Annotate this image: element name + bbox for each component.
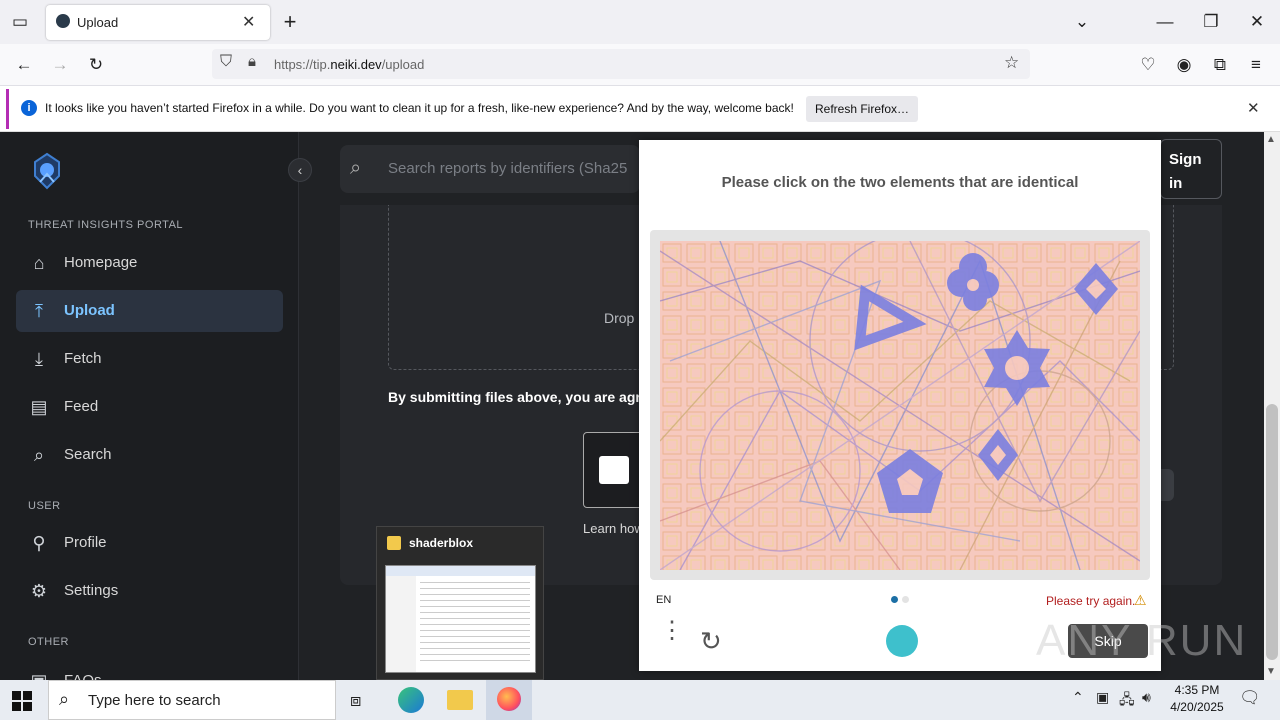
page-dot	[902, 596, 909, 603]
upload-icon: ⤒	[35, 301, 43, 321]
sidebar-item-fetch[interactable]: ⤓ Fetch	[16, 338, 283, 380]
captcha-image[interactable]	[660, 241, 1140, 570]
shield-icon[interactable]: ⛉	[220, 53, 232, 71]
search-icon: ⌕	[59, 689, 70, 709]
gear-icon: ⚙	[30, 581, 48, 601]
fetch-icon: ⤓	[35, 349, 43, 369]
sidebar-item-search[interactable]: ⌕ Search	[16, 434, 283, 476]
watermark: ANY RUN	[1036, 616, 1248, 665]
hcaptcha-logo-icon	[886, 625, 918, 657]
video-thumbnail[interactable]	[583, 432, 643, 508]
notifications-icon[interactable]: 🗨︎	[1239, 688, 1261, 708]
edge-icon[interactable]	[398, 687, 424, 713]
refresh-firefox-button[interactable]: Refresh Firefox…	[806, 96, 918, 122]
network-icon[interactable]: 🖧︎	[1119, 689, 1135, 713]
sidebar-item-label: Search	[64, 446, 112, 463]
pocket-icon[interactable]: ♡	[1133, 50, 1163, 80]
sidebar-item-label: Settings	[64, 582, 119, 599]
captcha-error-text: Please try again.	[1046, 594, 1136, 608]
window-preview	[385, 565, 536, 673]
volume-icon[interactable]: 🔊︎	[1142, 689, 1151, 706]
tray-device-icon[interactable]: ▣	[1096, 689, 1109, 706]
sidebar-item-homepage[interactable]: ⌂ Homepage	[16, 242, 283, 284]
taskbar-search-placeholder: Type here to search	[88, 692, 221, 709]
sidebar-item-label: Feed	[64, 398, 99, 415]
refresh-challenge-icon[interactable]: ↻	[700, 626, 722, 657]
tab-list-icon[interactable]: ▭	[5, 7, 35, 37]
scrollbar-thumb[interactable]	[1266, 404, 1278, 660]
profile-icon: ⚲	[32, 533, 46, 553]
taskbar-search-box[interactable]: ⌕ Type here to search	[48, 680, 336, 720]
bookmark-star-icon[interactable]: ☆	[1004, 53, 1019, 73]
reload-icon[interactable]: ↻	[81, 50, 111, 80]
lock-icon[interactable]: 🔒︎	[248, 53, 256, 70]
sidebar-item-label: Upload	[64, 302, 115, 319]
other-section-label: OTHER	[28, 636, 69, 648]
sidebar-item-label: Profile	[64, 534, 107, 551]
firefox-icon[interactable]	[497, 687, 521, 711]
search-icon: ⌕	[350, 157, 362, 179]
scroll-up-icon[interactable]: ▲	[1266, 134, 1276, 145]
chevron-down-icon[interactable]: ⌄	[1067, 7, 1097, 37]
language-selector[interactable]: EN	[656, 594, 671, 606]
taskbar-thumbnail-popup[interactable]: shaderblox	[376, 526, 544, 680]
windows-start-icon[interactable]	[12, 691, 32, 711]
back-icon[interactable]: ←	[9, 50, 39, 80]
tab-title: Upload	[77, 15, 119, 30]
sign-in-label-2: in	[1169, 175, 1183, 192]
collapse-sidebar-icon[interactable]: ‹	[288, 158, 312, 182]
report-search-box[interactable]: ⌕ Search reports by identifiers (Sha25	[340, 145, 640, 193]
sidebar-item-faqs[interactable]: ▣ FAQs	[16, 660, 283, 680]
account-icon[interactable]: ◉	[1169, 50, 1199, 80]
clock-time[interactable]: 4:35 PM	[1168, 683, 1226, 697]
search-placeholder: Search reports by identifiers (Sha25	[388, 160, 628, 177]
captcha-prompt: Please click on the two elements that ar…	[721, 174, 1079, 191]
url-bar[interactable]: ⛉ 🔒︎ https://tip.neiki.dev/upload ☆	[212, 49, 1030, 79]
sign-in-label: Sign	[1169, 151, 1202, 168]
search-icon: ⌕	[33, 445, 45, 465]
clock-date[interactable]: 4/20/2025	[1164, 700, 1230, 714]
tab-upload[interactable]: Upload ✕	[46, 5, 270, 40]
popup-title: shaderblox	[409, 536, 474, 550]
sidebar-item-upload[interactable]: ⤒ Upload	[16, 290, 283, 332]
close-tab-icon[interactable]: ✕	[242, 12, 255, 32]
extensions-icon[interactable]: ⧉	[1205, 50, 1235, 80]
video-icon	[599, 456, 629, 484]
home-icon: ⌂	[33, 253, 45, 273]
faq-icon: ▣	[28, 670, 50, 680]
page-dot-active	[891, 596, 898, 603]
drop-text: Drop	[604, 310, 635, 326]
sidebar-item-feed[interactable]: ▤ Feed	[16, 386, 283, 428]
portal-section-label: THREAT INSIGHTS PORTAL	[28, 219, 184, 231]
restore-icon[interactable]: ❐	[1196, 7, 1226, 37]
new-tab-icon[interactable]: +	[275, 7, 305, 37]
sign-in-button[interactable]: Sign in	[1160, 139, 1222, 199]
task-view-icon[interactable]: ⧈	[350, 690, 361, 711]
info-icon: i	[21, 100, 37, 116]
tray-chevron-icon[interactable]: ⌃	[1072, 689, 1084, 706]
feed-icon: ▤	[30, 397, 48, 417]
close-notification-icon[interactable]: ✕	[1247, 99, 1260, 117]
user-section-label: USER	[28, 500, 61, 512]
minimize-icon[interactable]: —	[1150, 7, 1180, 37]
sidebar-item-label: Homepage	[64, 254, 138, 271]
sidebar-item-label: FAQs	[64, 672, 102, 680]
url-text: https://tip.neiki.dev/upload	[274, 57, 425, 72]
more-options-icon[interactable]: ⋮	[660, 619, 684, 643]
warning-icon: ⚠	[1134, 592, 1147, 608]
file-explorer-icon[interactable]	[447, 690, 473, 710]
sidebar-item-settings[interactable]: ⚙ Settings	[16, 570, 283, 612]
close-window-icon[interactable]: ✕	[1242, 7, 1272, 37]
folder-icon	[387, 536, 401, 550]
scroll-down-icon[interactable]: ▼	[1266, 666, 1276, 677]
forward-icon[interactable]: →	[45, 50, 75, 80]
notification-text: It looks like you haven’t started Firefo…	[45, 101, 794, 115]
terms-text: By submitting files above, you are agre	[388, 389, 649, 405]
menu-icon[interactable]: ≡	[1241, 50, 1271, 80]
learn-how-link[interactable]: Learn how	[583, 521, 644, 536]
sidebar-item-profile[interactable]: ⚲ Profile	[16, 522, 283, 564]
site-favicon-icon	[56, 14, 70, 28]
sidebar-item-label: Fetch	[64, 350, 102, 367]
logo-icon[interactable]	[28, 152, 66, 190]
